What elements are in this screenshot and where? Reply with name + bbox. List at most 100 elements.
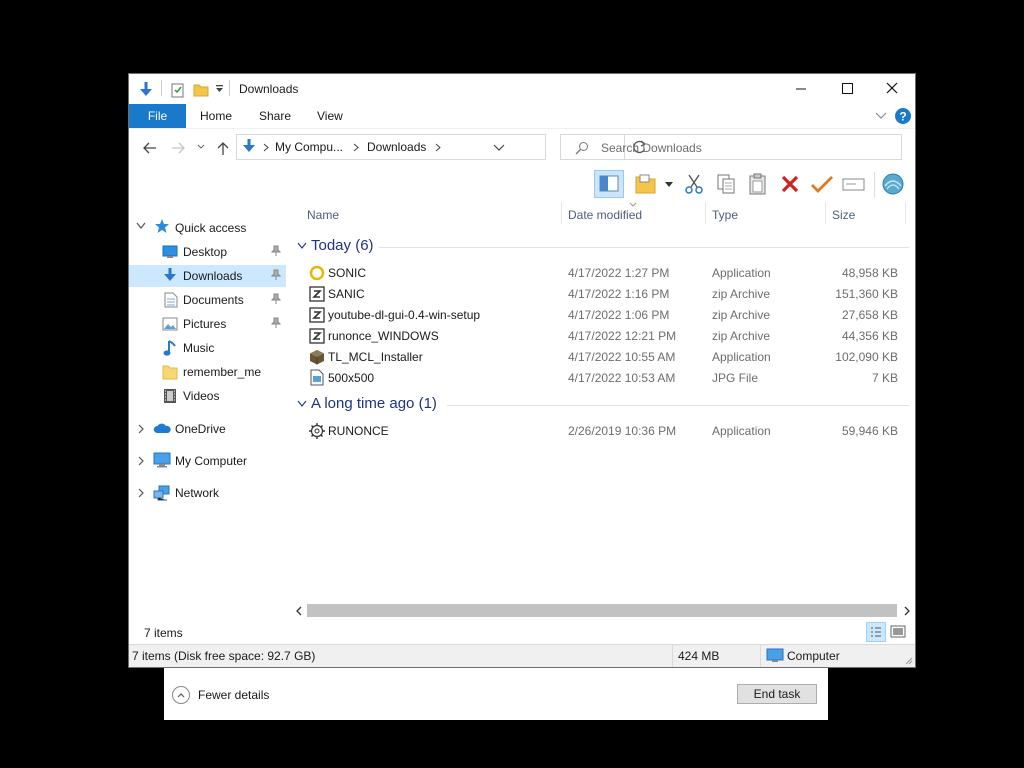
file-row[interactable]: TL_MCL_Installer 4/17/2022 10:55 AM Appl… [295, 346, 915, 367]
dropdown-arrow-icon[interactable] [665, 182, 673, 188]
column-header-name[interactable]: Name [307, 208, 339, 222]
column-header-date[interactable]: Date modified [568, 208, 642, 222]
maximize-button[interactable] [824, 74, 870, 104]
file-row[interactable]: runonce_WINDOWS 4/17/2022 12:21 PM zip A… [295, 325, 915, 346]
resize-grip-icon[interactable] [905, 657, 913, 665]
nav-quick-access[interactable]: Quick access [175, 221, 246, 235]
zip-icon [309, 307, 325, 323]
close-button[interactable] [870, 74, 916, 104]
cut-icon[interactable] [683, 173, 705, 195]
nav-item-remember-me[interactable]: remember_me [129, 361, 286, 383]
fewer-details-link[interactable]: Fewer details [198, 688, 269, 702]
column-separator[interactable] [705, 202, 706, 224]
column-separator[interactable] [905, 202, 906, 224]
search-placeholder: Search Downloads [601, 141, 702, 155]
tab-view[interactable]: View [317, 104, 343, 128]
title-divider [229, 80, 230, 96]
tab-share[interactable]: Share [259, 104, 291, 128]
column-separator[interactable] [825, 202, 826, 224]
nav-onedrive[interactable]: OneDrive [175, 422, 226, 436]
pin-icon[interactable] [271, 269, 281, 281]
file-date: 4/17/2022 1:06 PM [568, 308, 670, 322]
breadcrumb-downloads[interactable]: Downloads [367, 140, 426, 154]
breadcrumb-chevron-icon[interactable] [353, 143, 359, 152]
paste-icon[interactable] [747, 172, 769, 196]
scroll-left-icon[interactable] [295, 606, 303, 616]
file-row[interactable]: SONIC 4/17/2022 1:27 PM Application 48,9… [295, 262, 915, 283]
breadcrumb-my-computer[interactable]: My Compu... [275, 140, 343, 154]
nav-item-documents[interactable]: Documents [129, 289, 286, 311]
recent-locations-icon[interactable] [197, 144, 205, 150]
new-item-icon[interactable] [634, 173, 658, 195]
file-date: 4/17/2022 10:53 AM [568, 371, 676, 385]
bar-divider [760, 645, 761, 667]
file-size: 7 KB [871, 371, 898, 385]
delete-icon[interactable] [780, 174, 800, 194]
chevron-right-icon[interactable] [137, 424, 145, 434]
chevron-down-icon [297, 400, 307, 408]
group-header-long-ago[interactable]: A long time ago (1) [295, 394, 915, 414]
details-view-button[interactable] [866, 622, 886, 642]
preview-pane-button[interactable] [594, 170, 624, 198]
large-icons-view-button[interactable] [889, 624, 907, 640]
address-bar[interactable]: My Compu... Downloads [236, 134, 647, 160]
chevron-down-icon[interactable] [136, 222, 146, 230]
expand-ribbon-icon[interactable] [875, 111, 887, 121]
nav-item-downloads[interactable]: Downloads [129, 265, 286, 287]
pin-icon[interactable] [271, 245, 281, 257]
toolbar [129, 170, 915, 202]
column-separator[interactable] [561, 202, 562, 224]
file-row[interactable]: RUNONCE 2/26/2019 10:36 PM Application 5… [295, 420, 915, 441]
checkmark-icon[interactable] [810, 174, 834, 194]
breadcrumb-chevron-icon[interactable] [263, 143, 269, 152]
help-icon[interactable]: ? [894, 107, 912, 125]
rename-icon[interactable] [842, 175, 866, 193]
new-folder-icon[interactable] [193, 82, 209, 98]
file-type: JPG File [712, 371, 759, 385]
nav-item-videos[interactable]: Videos [129, 385, 286, 407]
chevron-right-icon[interactable] [137, 488, 145, 498]
chevron-right-icon[interactable] [137, 456, 145, 466]
address-history-icon[interactable] [493, 144, 505, 152]
properties-icon[interactable] [171, 82, 185, 98]
pictures-icon [162, 317, 178, 331]
shell-options-icon[interactable] [881, 172, 905, 196]
sort-indicator-icon [629, 202, 637, 207]
breadcrumb-chevron-icon[interactable] [435, 143, 441, 152]
file-type: Application [712, 424, 771, 438]
scroll-right-icon[interactable] [903, 606, 911, 616]
download-icon [162, 267, 178, 285]
pin-icon[interactable] [271, 317, 281, 329]
task-manager-panel: Fewer details End task [164, 664, 828, 720]
nav-my-computer[interactable]: My Computer [175, 454, 247, 468]
scroll-thumb[interactable] [307, 604, 897, 617]
nav-network[interactable]: Network [175, 486, 219, 500]
group-header-today[interactable]: Today (6) [295, 236, 915, 256]
copy-icon[interactable] [715, 173, 737, 195]
minimize-button[interactable] [778, 74, 824, 104]
videos-icon [163, 388, 177, 404]
column-header-type[interactable]: Type [712, 208, 738, 222]
tab-file[interactable]: File [129, 104, 186, 128]
bar-divider [672, 645, 673, 667]
up-arrow-icon[interactable] [216, 140, 230, 156]
column-header-size[interactable]: Size [832, 208, 855, 222]
nav-item-desktop[interactable]: Desktop [129, 241, 286, 263]
pin-icon[interactable] [271, 293, 281, 305]
address-row: My Compu... Downloads Search Downloads [129, 130, 915, 166]
file-row[interactable]: 500x500 4/17/2022 10:53 AM JPG File 7 KB [295, 367, 915, 388]
file-row[interactable]: SANIC 4/17/2022 1:16 PM zip Archive 151,… [295, 283, 915, 304]
nav-item-pictures[interactable]: Pictures [129, 313, 286, 335]
tab-home[interactable]: Home [200, 104, 232, 128]
search-input[interactable]: Search Downloads [560, 134, 902, 160]
horizontal-scrollbar[interactable] [295, 602, 915, 620]
item-count: 7 items [144, 626, 183, 640]
forward-arrow-icon[interactable] [171, 141, 187, 155]
file-row[interactable]: youtube-dl-gui-0.4-win-setup 4/17/2022 1… [295, 304, 915, 325]
customize-qat-icon[interactable] [215, 84, 225, 94]
end-task-button[interactable]: End task [737, 684, 817, 704]
nav-item-music[interactable]: Music [129, 337, 286, 359]
back-arrow-icon[interactable] [141, 141, 157, 155]
chevron-up-icon[interactable] [172, 686, 190, 704]
onedrive-icon [153, 421, 171, 435]
